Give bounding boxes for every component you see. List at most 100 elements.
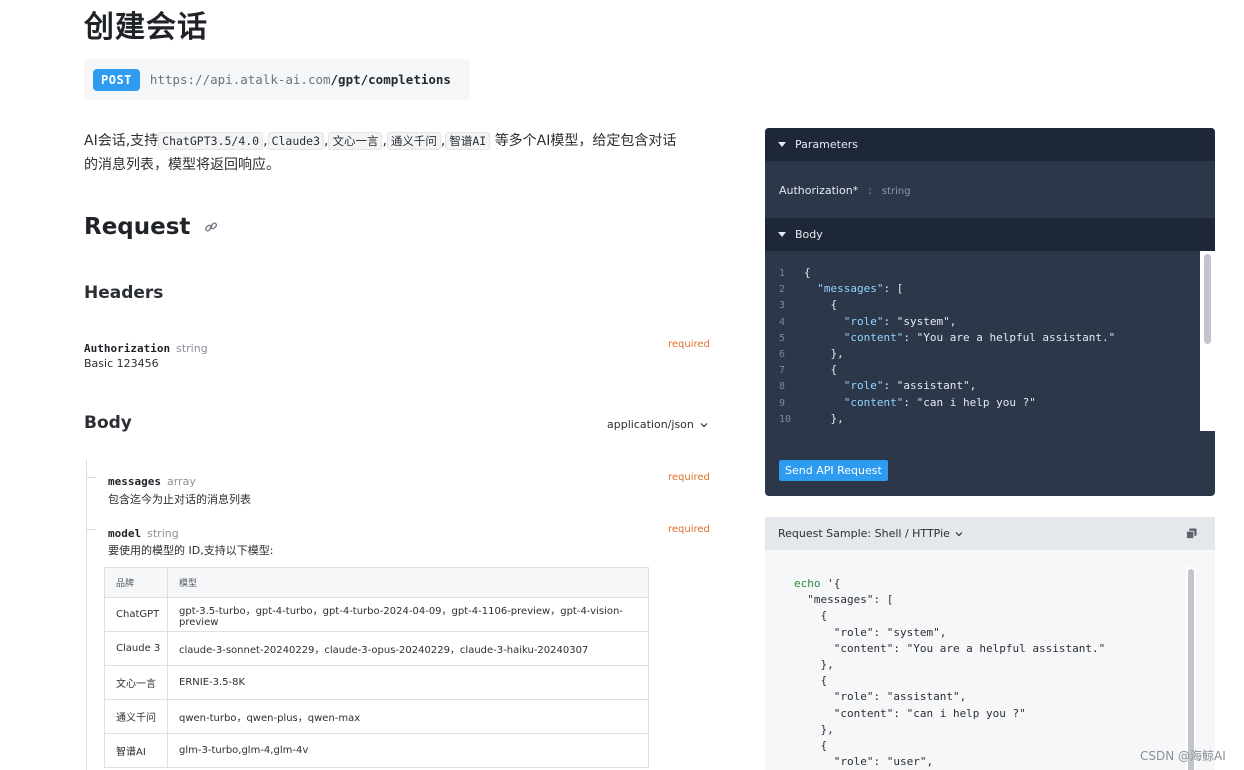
endpoint-bar: POST https://api.atalk-ai.com/gpt/comple… [84, 59, 470, 100]
cell-models: qwen-turbo，qwen-plus，qwen-max [167, 699, 649, 734]
chevron-down-icon [955, 531, 963, 536]
field-messages: messages array [108, 470, 196, 489]
editor-scrollbar-thumb[interactable] [1204, 254, 1211, 344]
url-base: https://api.atalk-ai.com [149, 72, 331, 87]
headers-heading: Headers [84, 283, 164, 303]
field-name: messages [108, 475, 161, 488]
line-number: 10 [779, 413, 792, 425]
line-number: 1 [779, 268, 786, 279]
desc-line2: 的消息列表，模型将返回响应。 [84, 157, 280, 173]
cell-brand: Claude 3 [104, 631, 168, 666]
table-header-row: 品牌 模型 [104, 567, 649, 598]
desc-sep: , [263, 133, 268, 149]
request-heading: Request [84, 214, 218, 240]
table-row: Claude 3 claude-3-sonnet-20240229，claude-… [104, 631, 649, 666]
code-text: }, [804, 347, 844, 360]
code-line: 3 { [765, 297, 837, 313]
table-row: 文心一言 ERNIE-3.5-8K [104, 665, 649, 700]
required-badge: required [668, 339, 710, 350]
api-console: Parameters Authorization*: string Body 1{… [765, 128, 1215, 496]
content-type-select[interactable]: application/json [607, 418, 708, 431]
cell-brand: 智谱AI [104, 733, 168, 768]
line-number: 9 [779, 397, 786, 409]
body-label: Body [795, 228, 823, 241]
line-number: 5 [779, 332, 786, 344]
code-line: 10 }, [765, 411, 844, 427]
send-api-request-button[interactable]: Send API Request [779, 460, 888, 481]
table-row: ChatGPT gpt-3.5-turbo，gpt-4-turbo，gpt-4-t… [104, 597, 649, 632]
endpoint-description: AI会话,支持 ChatGPT3.5/4.0, Claude3, 文心一言, 通义千问,… [84, 129, 709, 177]
sample-code-body: '{ "messages": [ { "role": "system", "co… [807, 577, 1106, 769]
table-row: 智谱AI glm-3-turbo,glm-4,glm-4v [104, 733, 649, 768]
required-badge: required [668, 472, 710, 483]
desc-model-code: Claude3 [267, 132, 325, 150]
code-text: { [804, 298, 838, 312]
model-table: 品牌 模型 ChatGPT gpt-3.5-turbo，gpt-4-turbo，g… [104, 567, 649, 768]
auth-header-type: string [176, 342, 208, 355]
body-heading: Body [84, 413, 132, 433]
field-type: string [147, 527, 179, 540]
line-number: 8 [779, 381, 786, 393]
line-number: 3 [779, 300, 786, 312]
desc-model-code: 通义千问 [386, 132, 441, 150]
cell-models: ERNIE-3.5-8K [167, 665, 649, 700]
required-badge: required [668, 524, 710, 535]
url-path: /gpt/completions [330, 72, 451, 87]
field-model: model string [108, 522, 179, 541]
body-code-editor[interactable]: 1{2 "messages": [3 {4 "role": "system", 5… [765, 251, 1215, 431]
link-icon[interactable] [204, 220, 218, 234]
auth-header-row: Authorization string [84, 337, 208, 356]
code-line: 8 "role": "assistant", [765, 378, 976, 394]
desc-model-code: 智谱AI [445, 132, 491, 150]
code-text: "messages": [ [817, 282, 904, 296]
copy-icon[interactable] [1186, 528, 1197, 539]
desc-prefix: AI会话,支持 [84, 133, 159, 149]
request-sample-panel: Request Sample: Shell / HTTPie echo '{ "… [765, 517, 1215, 770]
caret-down-icon [778, 142, 786, 147]
sample-cmd: echo [794, 577, 821, 590]
field-description: 要使用的模型的 ID,支持以下模型: [108, 544, 274, 557]
sample-language-select[interactable]: Request Sample: Shell / HTTPie [765, 517, 1215, 550]
auth-param-type: string [881, 186, 911, 197]
parameters-toggle[interactable]: Parameters [765, 128, 1215, 161]
field-description: 包含迄今为止对话的消息列表 [108, 493, 251, 506]
method-badge: POST [93, 68, 140, 91]
code-text: { [804, 266, 811, 279]
cell-brand: 文心一言 [104, 665, 168, 700]
auth-param-row[interactable]: Authorization*: string [779, 184, 911, 197]
caret-down-icon [778, 232, 786, 237]
endpoint-url[interactable]: https://api.atalk-ai.com/gpt/completions [150, 72, 451, 87]
column-header-model: 模型 [167, 567, 649, 598]
cell-brand: 通义千问 [104, 699, 168, 734]
desc-suffix: 等多个AI模型，给定包含对话 [494, 133, 677, 149]
auth-header-name: Authorization [84, 342, 171, 355]
watermark: CSDN @海鲸AI [1140, 749, 1226, 763]
tree-connector [86, 529, 96, 530]
cell-brand: ChatGPT [104, 597, 168, 632]
line-number: 4 [779, 316, 786, 328]
desc-model-code: ChatGPT3.5/4.0 [158, 132, 264, 150]
code-line: 5 "content": "You are a helpful assistan… [765, 330, 1115, 346]
code-line: 1{ [765, 265, 811, 281]
field-name: model [108, 527, 142, 540]
body-toggle[interactable]: Body [765, 218, 1215, 251]
column-header-brand: 品牌 [104, 567, 168, 598]
content-type-value: application/json [607, 418, 694, 431]
cell-models: gpt-3.5-turbo，gpt-4-turbo，gpt-4-turbo-20… [167, 597, 649, 632]
page-title: 创建会话 [84, 10, 208, 45]
line-number: 2 [779, 284, 786, 296]
code-line: 6 }, [765, 346, 844, 362]
auth-param-name: Authorization* [779, 184, 859, 197]
line-number: 7 [779, 365, 786, 377]
desc-model-code: 文心一言 [328, 132, 383, 150]
schema-tree-line [86, 460, 87, 770]
code-line: 9 "content": "can i help you ?" [765, 395, 1036, 411]
field-type: array [166, 475, 196, 488]
sample-scrollbar-thumb[interactable] [1188, 569, 1194, 770]
request-heading-text: Request [84, 214, 191, 240]
code-text: { [804, 363, 838, 377]
code-text: "content": "can i help you ?" [843, 395, 1036, 409]
table-row: 通义千问 qwen-turbo，qwen-plus，qwen-max [104, 699, 649, 734]
code-text: }, [804, 411, 844, 425]
code-text: "role": "system", [843, 314, 957, 328]
